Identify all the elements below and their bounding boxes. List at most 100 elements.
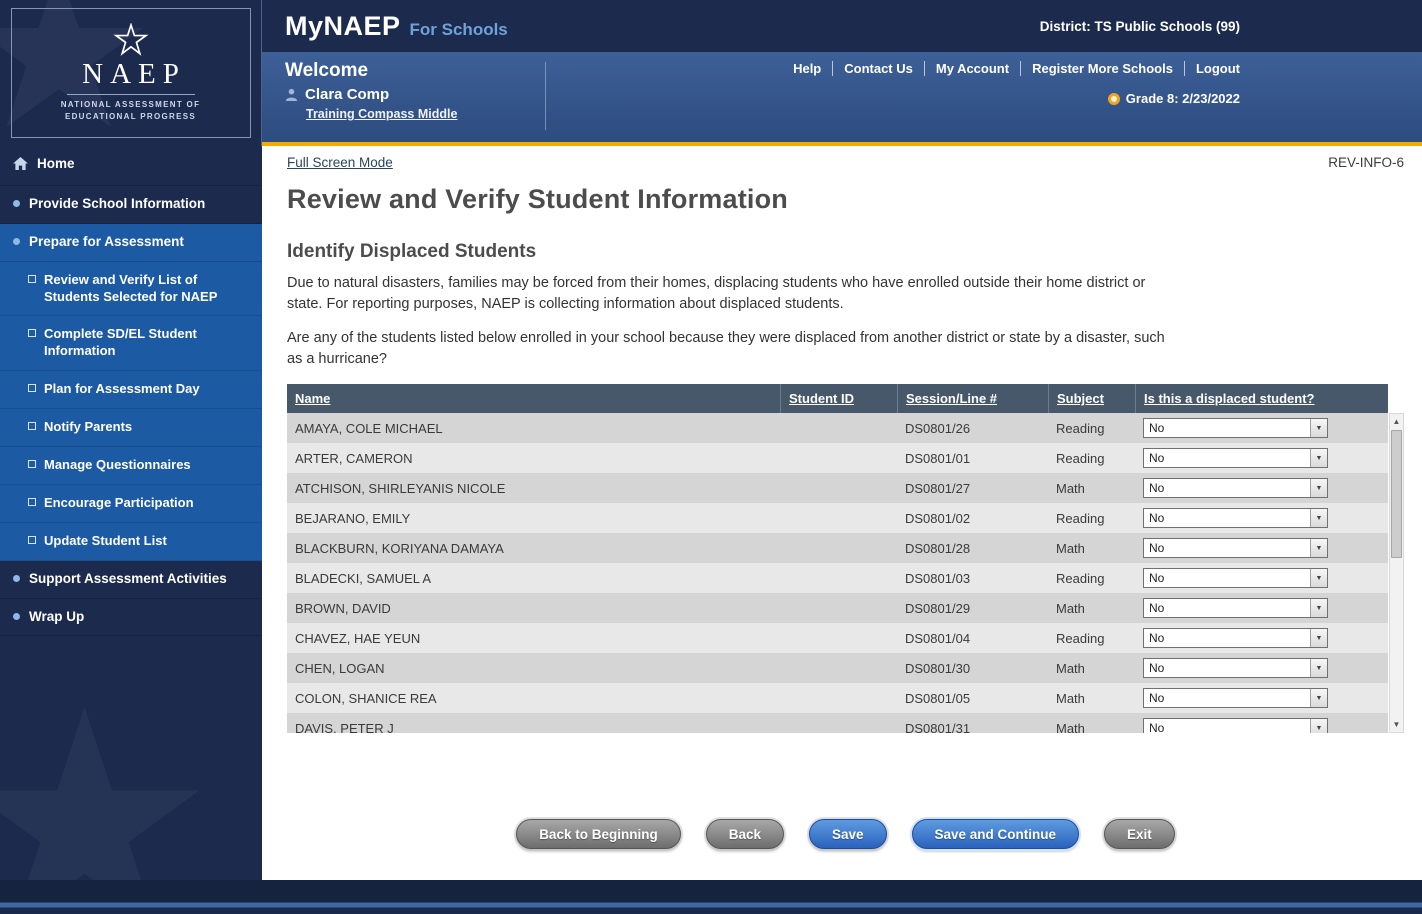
column-header-displaced[interactable]: Is this a displaced student? <box>1135 384 1388 413</box>
scroll-down-icon[interactable]: ▼ <box>1390 717 1403 732</box>
sidebar-item-wrap-up[interactable]: Wrap Up <box>0 599 262 637</box>
user-icon <box>285 88 298 101</box>
displaced-select[interactable]: No ▼ <box>1143 478 1328 498</box>
scroll-up-icon[interactable]: ▲ <box>1390 414 1403 429</box>
displaced-select[interactable]: No ▼ <box>1143 658 1328 678</box>
cell-name: AMAYA, COLE MICHAEL <box>287 421 780 436</box>
district-label: District: TS Public Schools (99) <box>1040 19 1240 34</box>
cell-name: CHAVEZ, HAE YEUN <box>287 631 780 646</box>
sidebar-item-prepare-for-assessment[interactable]: Prepare for Assessment <box>0 224 262 262</box>
back-to-beginning-button[interactable]: Back to Beginning <box>516 819 681 849</box>
dropdown-arrow-icon: ▼ <box>1310 599 1327 617</box>
displaced-select[interactable]: No ▼ <box>1143 448 1328 468</box>
cell-subject: Reading <box>1048 421 1135 436</box>
table-row: BEJARANO, EMILY DS0801/02 Reading No ▼ <box>287 503 1388 533</box>
displaced-select[interactable]: No ▼ <box>1143 598 1328 618</box>
sidebar-item-support-assessment-activities[interactable]: Support Assessment Activities <box>0 561 262 599</box>
column-header-subject[interactable]: Subject <box>1048 384 1135 413</box>
displaced-select[interactable]: No ▼ <box>1143 508 1328 528</box>
sidebar-item-notify-parents[interactable]: Notify Parents <box>0 409 262 447</box>
dropdown-arrow-icon: ▼ <box>1310 569 1327 587</box>
nav-link-help[interactable]: Help <box>782 61 833 76</box>
full-screen-mode-link[interactable]: Full Screen Mode <box>287 155 393 170</box>
cell-name: BLADECKI, SAMUEL A <box>287 571 780 586</box>
cell-session-line: DS0801/31 <box>897 721 1048 734</box>
displaced-select[interactable]: No ▼ <box>1143 628 1328 648</box>
sidebar-item-review-and-verify-students[interactable]: Review and Verify List of Students Selec… <box>0 262 262 317</box>
sidebar-item-label: Prepare for Assessment <box>29 234 184 251</box>
sidebar-item-label: Encourage Participation <box>44 495 194 512</box>
cell-displaced: No ▼ <box>1135 538 1388 558</box>
exit-button[interactable]: Exit <box>1104 819 1175 849</box>
dropdown-arrow-icon: ▼ <box>1310 419 1327 437</box>
displaced-select[interactable]: No ▼ <box>1143 418 1328 438</box>
displaced-select-value: No <box>1144 481 1164 495</box>
sidebar-item-encourage-participation[interactable]: Encourage Participation <box>0 485 262 523</box>
sidebar: Home Provide School Information Prepare … <box>0 146 262 880</box>
dropdown-arrow-icon: ▼ <box>1310 659 1327 677</box>
school-link[interactable]: Training Compass Middle <box>306 107 457 121</box>
scrollbar-thumb[interactable] <box>1391 430 1402 558</box>
cell-displaced: No ▼ <box>1135 448 1388 468</box>
sidebar-item-provide-school-information[interactable]: Provide School Information <box>0 186 262 224</box>
nav-link-contact-us[interactable]: Contact Us <box>833 61 925 76</box>
displaced-select-value: No <box>1144 631 1164 645</box>
main-top-row: Full Screen Mode REV-INFO-6 <box>287 155 1404 170</box>
grade-indicator: Grade 8: 2/23/2022 <box>1108 91 1240 106</box>
table-row: CHAVEZ, HAE YEUN DS0801/04 Reading No ▼ <box>287 623 1388 653</box>
cell-displaced: No ▼ <box>1135 478 1388 498</box>
cell-subject: Math <box>1048 661 1135 676</box>
table-row: ATCHISON, SHIRLEYANIS NICOLE DS0801/27 M… <box>287 473 1388 503</box>
column-header-student-id[interactable]: Student ID <box>780 384 897 413</box>
sidebar-item-label: Home <box>37 156 75 173</box>
cell-displaced: No ▼ <box>1135 568 1388 588</box>
mynaep-page: NAEP NATIONAL ASSESSMENT OF EDUCATIONAL … <box>0 0 1422 914</box>
sidebar-item-plan-for-assessment-day[interactable]: Plan for Assessment Day <box>0 371 262 409</box>
subitem-square-icon <box>28 498 36 506</box>
back-button[interactable]: Back <box>706 819 784 849</box>
table-row: BLADECKI, SAMUEL A DS0801/03 Reading No … <box>287 563 1388 593</box>
displaced-select[interactable]: No ▼ <box>1143 568 1328 588</box>
cell-subject: Reading <box>1048 571 1135 586</box>
header-nav: Help Contact Us My Account Register More… <box>782 61 1240 76</box>
sidebar-item-home[interactable]: Home <box>0 146 262 186</box>
displaced-select-value: No <box>1144 721 1164 733</box>
user-name: Clara Comp <box>305 86 389 103</box>
page-code: REV-INFO-6 <box>1328 155 1404 170</box>
dropdown-arrow-icon: ▼ <box>1310 539 1327 557</box>
sidebar-item-manage-questionnaires[interactable]: Manage Questionnaires <box>0 447 262 485</box>
grade-label: Grade 8: 2/23/2022 <box>1126 91 1240 106</box>
displaced-select[interactable]: No ▼ <box>1143 688 1328 708</box>
sidebar-item-complete-sdel-information[interactable]: Complete SD/EL Student Information <box>0 316 262 371</box>
cell-name: ATCHISON, SHIRLEYANIS NICOLE <box>287 481 780 496</box>
displaced-select-value: No <box>1144 421 1164 435</box>
subitem-square-icon <box>28 536 36 544</box>
table-row: COLON, SHANICE REA DS0801/05 Math No ▼ <box>287 683 1388 713</box>
nav-link-register-more-schools[interactable]: Register More Schools <box>1021 61 1185 76</box>
cell-name: COLON, SHANICE REA <box>287 691 780 706</box>
home-icon <box>13 157 28 175</box>
displaced-select[interactable]: No ▼ <box>1143 538 1328 558</box>
table-row: ARTER, CAMERON DS0801/01 Reading No ▼ <box>287 443 1388 473</box>
sidebar-item-label: Complete SD/EL Student Information <box>44 326 250 360</box>
displaced-select[interactable]: No ▼ <box>1143 718 1328 733</box>
cell-subject: Math <box>1048 721 1135 734</box>
column-header-session-line[interactable]: Session/Line # <box>897 384 1048 413</box>
sidebar-item-label: Support Assessment Activities <box>29 571 227 588</box>
sidebar-item-update-student-list[interactable]: Update Student List <box>0 523 262 561</box>
nav-link-logout[interactable]: Logout <box>1185 61 1240 76</box>
subitem-square-icon <box>28 422 36 430</box>
sidebar-group-prepare-for-assessment: Prepare for Assessment Review and Verify… <box>0 224 262 561</box>
cell-subject: Reading <box>1048 631 1135 646</box>
app-brand: MyNAEP For Schools <box>285 11 508 42</box>
bullet-icon <box>13 613 20 620</box>
nav-link-my-account[interactable]: My Account <box>925 61 1021 76</box>
save-button[interactable]: Save <box>809 819 887 849</box>
header-divider <box>545 62 546 130</box>
cell-subject: Math <box>1048 481 1135 496</box>
save-and-continue-button[interactable]: Save and Continue <box>912 819 1080 849</box>
bullet-icon <box>13 200 20 207</box>
column-header-name[interactable]: Name <box>287 391 780 406</box>
displaced-select-value: No <box>1144 511 1164 525</box>
table-scrollbar[interactable]: ▲ ▼ <box>1389 413 1404 733</box>
